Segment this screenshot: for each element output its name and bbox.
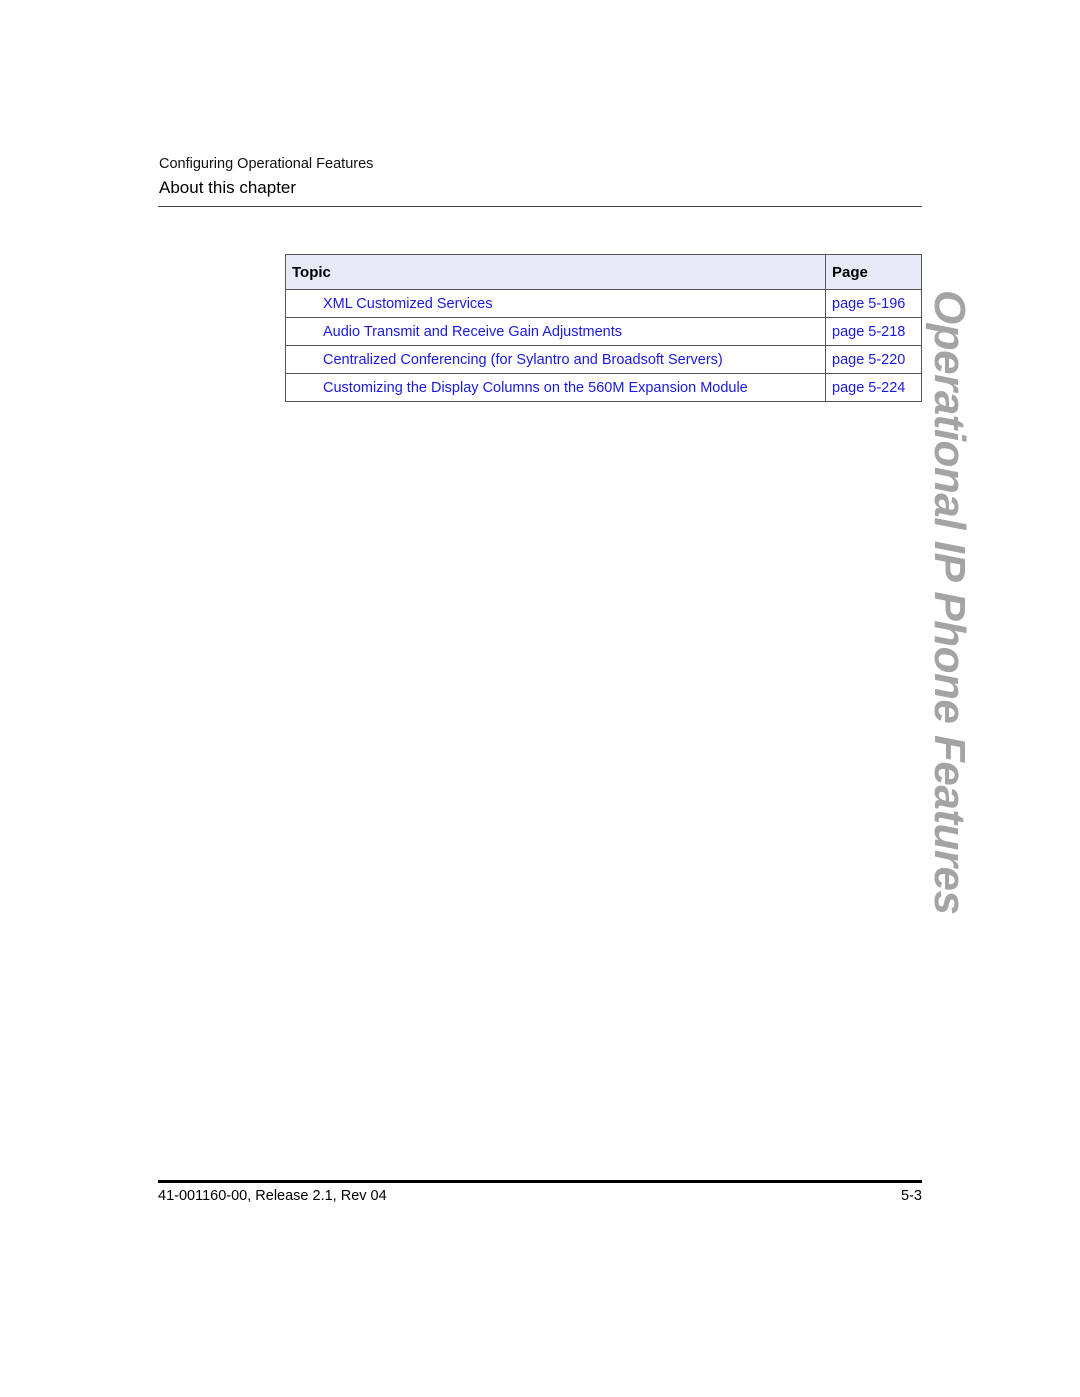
table-row: Customizing the Display Columns on the 5…	[285, 373, 922, 402]
footer-page-number: 5-3	[901, 1188, 922, 1204]
page-link[interactable]: page 5-218	[825, 317, 922, 346]
column-header-page: Page	[825, 254, 922, 290]
page-link[interactable]: page 5-224	[825, 373, 922, 402]
table-row: XML Customized Services page 5-196	[285, 289, 922, 318]
column-header-topic: Topic	[285, 254, 826, 290]
chapter-side-title-text: Operational IP Phone Features	[925, 290, 974, 915]
topic-link[interactable]: Audio Transmit and Receive Gain Adjustme…	[285, 317, 826, 346]
section-title: About this chapter	[159, 178, 297, 197]
topics-table: Topic Page XML Customized Services page …	[285, 254, 922, 402]
table-header-row: Topic Page	[285, 254, 922, 290]
chapter-side-title: Operational IP Phone Features	[925, 290, 976, 914]
table-row: Centralized Conferencing (for Sylantro a…	[285, 345, 922, 374]
table-row: Audio Transmit and Receive Gain Adjustme…	[285, 317, 922, 346]
topic-link[interactable]: Centralized Conferencing (for Sylantro a…	[285, 345, 826, 374]
footer-rule	[158, 1180, 922, 1183]
page-link[interactable]: page 5-196	[825, 289, 922, 318]
running-head: Configuring Operational Features	[159, 156, 374, 172]
topic-link[interactable]: XML Customized Services	[285, 289, 826, 318]
page-link[interactable]: page 5-220	[825, 345, 922, 374]
footer-document-id: 41-001160-00, Release 2.1, Rev 04	[158, 1188, 387, 1204]
topic-link[interactable]: Customizing the Display Columns on the 5…	[285, 373, 826, 402]
header-rule	[158, 206, 922, 207]
